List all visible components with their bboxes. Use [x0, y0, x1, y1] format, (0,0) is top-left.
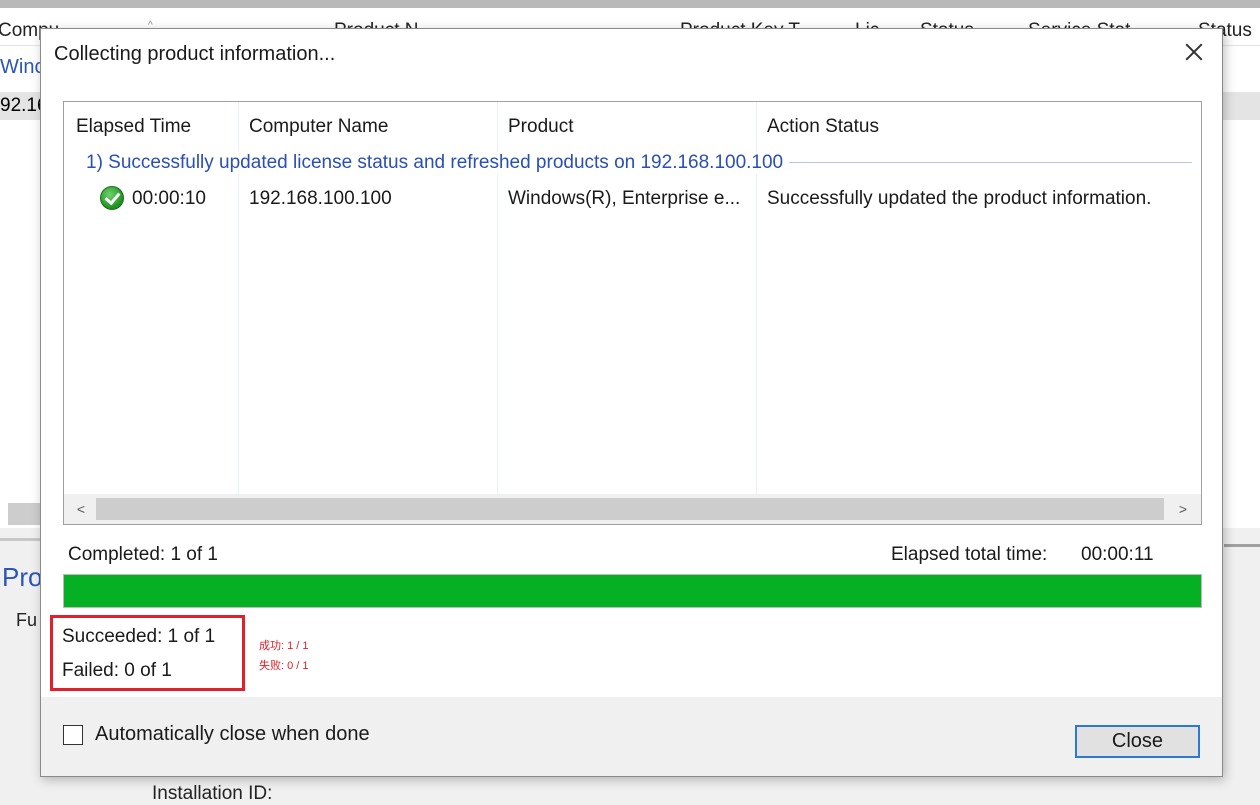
collecting-info-dialog: Collecting product information... Elapse… [40, 28, 1223, 777]
progress-bar [63, 574, 1202, 608]
annotation-failed: 失败: 0 / 1 [259, 660, 309, 672]
row-action-status[interactable]: Successfully updated the product informa… [767, 188, 1151, 210]
column-elapsed-time[interactable]: Elapsed Time [76, 116, 191, 138]
group-header[interactable]: 1) Successfully updated license status a… [86, 152, 790, 174]
background-installation-id-label: Installation ID: [152, 783, 273, 804]
scroll-left-icon[interactable]: < [66, 498, 96, 520]
auto-close-checkbox[interactable] [63, 725, 83, 745]
success-check-icon [100, 186, 124, 210]
row-computer-name[interactable]: 192.168.100.100 [249, 188, 392, 210]
column-computer-name[interactable]: Computer Name [249, 116, 388, 138]
failed-count: Failed: 0 of 1 [62, 660, 172, 681]
results-list: Elapsed Time Computer Name Product Actio… [63, 101, 1202, 525]
close-button[interactable]: Close [1075, 725, 1200, 758]
scroll-right-icon[interactable]: > [1168, 498, 1198, 520]
succeeded-count: Succeeded: 1 of 1 [62, 626, 216, 647]
dialog-footer: Automatically close when done Close [41, 697, 1222, 776]
background-title-bar [0, 0, 1260, 8]
annotation-succeeded: 成功: 1 / 1 [259, 640, 309, 652]
background-divider-right [1224, 544, 1260, 547]
background-scrollbar[interactable] [8, 503, 44, 525]
horizontal-scrollbar[interactable]: < > [64, 494, 1201, 524]
background-section-title: Pro [2, 562, 43, 592]
background-field-label: Fu [16, 610, 38, 630]
elapsed-total-value: 00:00:11 [1081, 544, 1154, 565]
elapsed-total-label: Elapsed total time: [891, 544, 1048, 565]
column-product[interactable]: Product [508, 116, 573, 138]
background-divider [0, 538, 40, 541]
progress-fill [64, 575, 1201, 607]
completed-count: Completed: 1 of 1 [68, 544, 218, 565]
row-elapsed-time[interactable]: 00:00:10 [132, 188, 206, 210]
scrollbar-thumb[interactable] [96, 498, 1164, 520]
background-group-row[interactable]: Winc [0, 56, 44, 79]
dialog-title: Collecting product information... [54, 43, 336, 65]
auto-close-label[interactable]: Automatically close when done [95, 723, 370, 746]
close-icon[interactable] [1181, 39, 1207, 65]
row-product[interactable]: Windows(R), Enterprise e... [508, 188, 740, 210]
column-action-status[interactable]: Action Status [767, 116, 879, 138]
